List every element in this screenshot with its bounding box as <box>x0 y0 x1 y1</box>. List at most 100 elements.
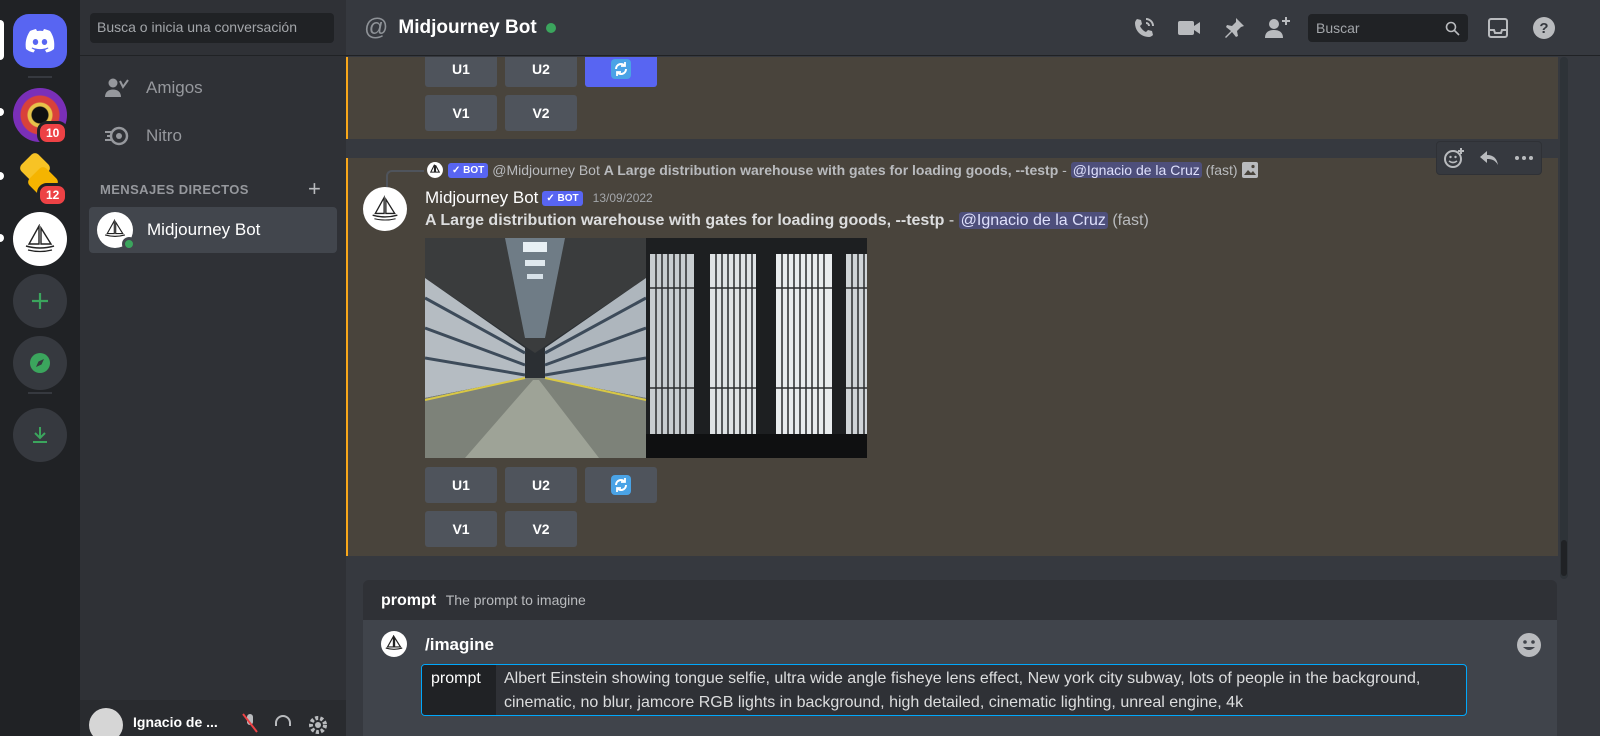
warehouse-aisle-image[interactable] <box>425 238 646 458</box>
message-scrollbar[interactable] <box>1560 57 1568 579</box>
nitro-icon <box>105 126 129 146</box>
message-list: U1 U2 V1 V2 ✓ BOT @Midjourney Bot A Larg… <box>346 57 1558 579</box>
more-icon[interactable] <box>1513 147 1535 169</box>
search-icon <box>1445 21 1460 36</box>
user-name: Ignacio de ... <box>133 714 218 730</box>
slash-command-name: /imagine <box>425 635 494 654</box>
video-icon[interactable] <box>1176 16 1202 40</box>
nav-friends-label: Amigos <box>146 78 203 97</box>
at-icon: @ <box>364 13 389 41</box>
reply-prompt: A Large distribution warehouse with gate… <box>603 162 1059 178</box>
unread-indicator <box>0 108 4 116</box>
upscale-1-button[interactable]: U1 <box>425 467 497 503</box>
settings-gear-icon[interactable] <box>307 712 329 734</box>
download-apps-button[interactable] <box>13 408 67 462</box>
add-reaction-icon[interactable] <box>1443 147 1465 169</box>
add-server-icon <box>32 293 48 309</box>
warehouse-gates-image[interactable] <box>646 238 867 458</box>
refresh-icon <box>611 59 631 79</box>
avatar[interactable] <box>363 187 407 231</box>
friends-icon <box>105 78 129 97</box>
dm-sidebar: Busca o inicia una conversación Amigos N… <box>80 0 346 736</box>
message-mention[interactable]: @Ignacio de la Cruz <box>958 212 1108 229</box>
mute-microphone-icon[interactable] <box>240 712 260 734</box>
reroll-button[interactable] <box>585 467 657 503</box>
download-icon <box>33 427 47 443</box>
prompt-value[interactable]: Albert Einstein showing tongue selfie, u… <box>504 667 1464 715</box>
explore-compass-icon <box>30 353 50 373</box>
discord-logo-icon <box>25 29 55 53</box>
slash-command-area: /imagine prompt Albert Einstein showing … <box>363 620 1557 736</box>
create-dm-button[interactable]: + <box>308 176 321 202</box>
message-separator: - <box>948 212 955 229</box>
pin-icon[interactable] <box>1222 16 1246 40</box>
inbox-icon[interactable] <box>1486 16 1510 40</box>
search-placeholder: Buscar <box>1316 20 1360 36</box>
svg-text:?: ? <box>1539 20 1548 37</box>
add-server-button[interactable] <box>13 274 67 328</box>
option-name: prompt <box>381 592 437 609</box>
conversation-search[interactable]: Busca o inicia una conversación <box>90 13 334 43</box>
reply-mention[interactable]: @Ignacio de la Cruz <box>1070 162 1202 178</box>
reply-connector <box>386 170 424 190</box>
image-icon <box>1242 162 1259 178</box>
variation-1-button[interactable]: V1 <box>425 95 497 131</box>
mention-badge: 12 <box>37 183 69 207</box>
upscale-2-button[interactable]: U2 <box>505 467 577 503</box>
sailboat-icon <box>104 219 126 237</box>
home-button[interactable] <box>13 14 67 68</box>
prompt-input[interactable]: prompt Albert Einstein showing tongue se… <box>421 664 1467 716</box>
nav-nitro-label: Nitro <box>146 126 182 145</box>
message-header: Midjourney Bot ✓ BOT 13/09/2022 <box>425 188 653 208</box>
upscale-2-button[interactable]: U2 <box>505 57 577 87</box>
bot-tag: ✓ BOT <box>448 162 489 178</box>
variation-2-button[interactable]: V2 <box>505 95 577 131</box>
image-grid[interactable] <box>425 238 867 458</box>
reply-reference[interactable]: ✓ BOT @Midjourney Bot A Large distributi… <box>426 161 1259 179</box>
reply-icon[interactable] <box>1478 147 1500 169</box>
message-composer: prompt The prompt to imagine /imagine pr… <box>363 580 1557 736</box>
sailboat-icon <box>427 162 443 178</box>
mention-badge: 10 <box>37 121 69 145</box>
reply-mode: (fast) <box>1205 162 1238 178</box>
online-status-dot <box>545 22 556 33</box>
dm-name: Midjourney Bot <box>147 220 261 239</box>
dm-item-midjourney-bot[interactable]: Midjourney Bot <box>89 207 337 253</box>
prompt-label: prompt <box>422 665 496 715</box>
nav-nitro[interactable]: Nitro <box>90 115 336 157</box>
nav-friends[interactable]: Amigos <box>90 67 336 109</box>
sailboat-icon <box>25 224 55 253</box>
sailboat-icon <box>385 635 403 650</box>
divider <box>80 55 346 56</box>
avatar <box>97 212 136 251</box>
user-panel: Ignacio de ... <box>80 700 346 736</box>
active-indicator <box>0 20 4 60</box>
message-previous: U1 U2 V1 V2 <box>346 57 1558 139</box>
unread-indicator <box>0 234 4 242</box>
server-midjourney[interactable] <box>13 212 67 266</box>
avatar <box>381 631 407 657</box>
add-friend-icon[interactable] <box>1264 16 1292 40</box>
scrollbar-thumb[interactable] <box>1561 540 1567 576</box>
reroll-button[interactable] <box>585 57 657 87</box>
help-icon[interactable]: ? <box>1532 16 1556 40</box>
bot-tag: ✓ BOT <box>542 190 583 206</box>
variation-1-button[interactable]: V1 <box>425 511 497 547</box>
message-prompt: A Large distribution warehouse with gate… <box>425 212 945 229</box>
message-author[interactable]: Midjourney Bot <box>425 188 538 208</box>
call-icon[interactable] <box>1132 16 1156 40</box>
reply-author: @Midjourney Bot <box>492 162 600 178</box>
headphones-icon[interactable] <box>273 712 293 734</box>
unread-indicator <box>0 172 4 180</box>
explore-button[interactable] <box>13 336 67 390</box>
emoji-icon[interactable] <box>1516 632 1542 658</box>
channel-header: @ Midjourney Bot Buscar ? <box>346 0 1600 56</box>
option-description: The prompt to imagine <box>445 592 586 608</box>
command-option-hint: prompt The prompt to imagine <box>363 580 1557 620</box>
variation-2-button[interactable]: V2 <box>505 511 577 547</box>
sailboat-icon <box>372 195 398 221</box>
message-timestamp: 13/09/2022 <box>592 191 653 205</box>
header-search-input[interactable]: Buscar <box>1308 14 1468 42</box>
avatar[interactable] <box>89 708 123 736</box>
upscale-1-button[interactable]: U1 <box>425 57 497 87</box>
